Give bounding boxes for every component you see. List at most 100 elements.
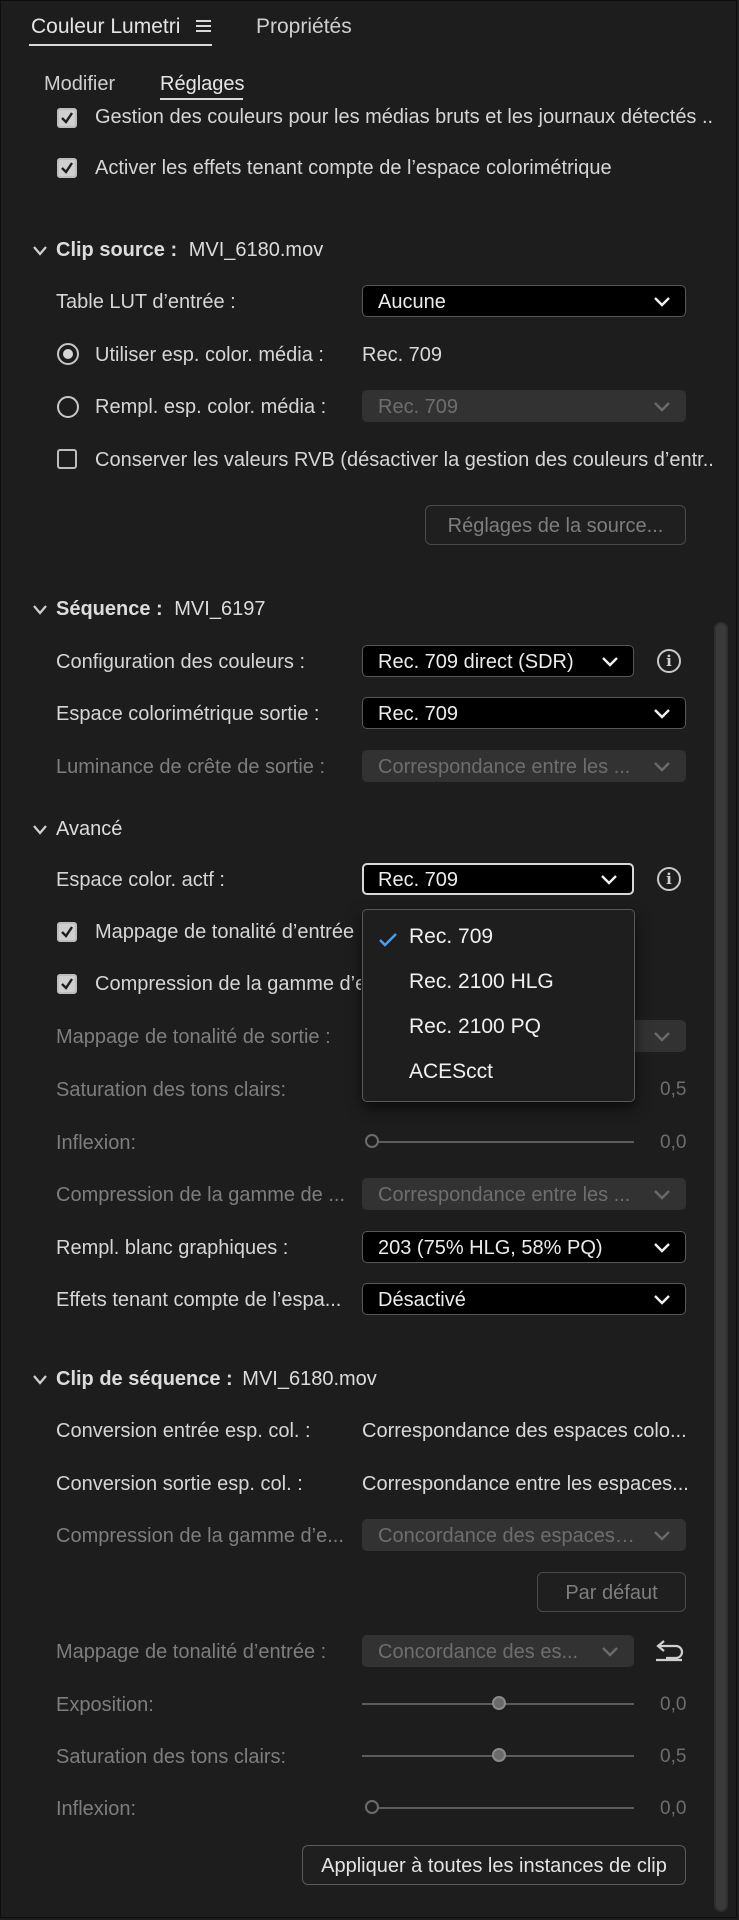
override-media-dropdown: Rec. 709 xyxy=(362,390,686,422)
default-button: Par défaut xyxy=(537,1572,686,1612)
exposure-label: Exposition: xyxy=(56,1694,154,1716)
chevron-down-icon xyxy=(654,709,670,719)
graphics-white-label: Rempl. blanc graphiques : xyxy=(56,1237,289,1259)
chevron-down-icon xyxy=(602,657,618,667)
exposure-value: 0,0 xyxy=(660,1694,687,1715)
chevron-down-icon[interactable] xyxy=(33,244,47,256)
gamut-compression-checkbox[interactable] xyxy=(57,974,77,994)
input-conversion-label: Conversion entrée esp. col. : xyxy=(56,1420,311,1442)
chevron-down-icon xyxy=(654,402,670,412)
output-tone-mapping-label: Mappage de tonalité de sortie : xyxy=(56,1026,331,1048)
subtab-reglages[interactable]: Réglages xyxy=(160,73,245,96)
subtab-modifier[interactable]: Modifier xyxy=(44,73,115,96)
chevron-down-icon xyxy=(654,1295,670,1305)
graphics-white-dropdown[interactable]: 203 (75% HLG, 58% PQ) xyxy=(362,1231,686,1263)
chevron-down-icon[interactable] xyxy=(33,823,47,835)
working-space-dropdown[interactable]: Rec. 709 xyxy=(362,863,634,895)
output-space-label: Espace colorimétrique sortie : xyxy=(56,703,320,725)
sequence-clip-title: Clip de séquence : xyxy=(56,1368,233,1390)
chevron-down-icon xyxy=(654,762,670,772)
seq-input-tone-dropdown: Concordance des es... xyxy=(362,1635,634,1667)
menu-item-label: Rec. 2100 HLG xyxy=(409,970,554,993)
menu-item-acescct[interactable]: ACEScct xyxy=(363,1053,634,1093)
chevron-down-icon[interactable] xyxy=(33,603,47,615)
chevron-down-icon xyxy=(654,1531,670,1541)
hamburger-menu-icon[interactable] xyxy=(196,18,214,34)
section-header-sequence-clip[interactable]: Clip de séquence : MVI_6180.mov xyxy=(56,1368,377,1391)
seq-highlight-sat-value: 0,5 xyxy=(660,1746,687,1767)
seq-gamut-dropdown: Concordance des espaces ... xyxy=(362,1519,686,1551)
default-button-label: Par défaut xyxy=(565,1582,658,1604)
seq-input-tone-value: Concordance des es... xyxy=(378,1641,579,1663)
tab-proprietes[interactable]: Propriétés xyxy=(256,15,352,39)
chevron-down-icon xyxy=(601,875,617,885)
menu-item-rec2100-hlg[interactable]: Rec. 2100 HLG xyxy=(363,963,634,1003)
apply-all-instances-button-label: Appliquer à toutes les instances de clip xyxy=(321,1855,667,1877)
input-conversion-value: Correspondance des espaces colo... xyxy=(362,1420,687,1442)
override-media-label: Rempl. esp. color. média : xyxy=(95,396,327,418)
info-icon[interactable]: i xyxy=(657,649,681,673)
checkmark-icon xyxy=(379,933,397,947)
scrollbar-thumb[interactable] xyxy=(716,624,726,1910)
color-aware-effects-setting-label: Effets tenant compte de l’espa... xyxy=(56,1289,342,1311)
working-space-menu: Rec. 709 Rec. 2100 HLG Rec. 2100 PQ ACES… xyxy=(362,909,635,1102)
graphics-white-value: 203 (75% HLG, 58% PQ) xyxy=(378,1237,603,1259)
menu-item-label: ACEScct xyxy=(409,1060,494,1083)
seq-gamut-label: Compression de la gamme d’e... xyxy=(56,1525,344,1547)
info-icon[interactable]: i xyxy=(657,867,681,891)
seq-highlight-sat-slider-handle xyxy=(492,1748,506,1762)
sequence-name: MVI_6197 xyxy=(174,598,266,620)
preserve-rgb-checkbox[interactable] xyxy=(57,449,77,469)
knee-label: Inflexion: xyxy=(56,1132,137,1154)
color-config-value: Rec. 709 direct (SDR) xyxy=(378,651,574,673)
subtab-underline xyxy=(160,98,243,100)
section-header-sequence[interactable]: Séquence : MVI_6197 xyxy=(56,598,265,621)
output-space-value: Rec. 709 xyxy=(378,703,459,725)
section-header-clip-source[interactable]: Clip source : MVI_6180.mov xyxy=(56,239,323,262)
output-space-dropdown[interactable]: Rec. 709 xyxy=(362,697,686,729)
seq-knee-value: 0,0 xyxy=(660,1798,687,1819)
sequence-title: Séquence : xyxy=(56,598,163,620)
working-space-label: Espace color. actf : xyxy=(56,869,225,891)
clip-source-title: Clip source : xyxy=(56,239,178,261)
gamut-compression-label: Compression de la gamme d’e xyxy=(95,973,361,995)
lut-dropdown[interactable]: Aucune xyxy=(362,285,686,317)
apply-all-instances-button[interactable]: Appliquer à toutes les instances de clip xyxy=(302,1845,686,1885)
reset-icon[interactable] xyxy=(654,1638,684,1662)
override-media-radio[interactable] xyxy=(57,396,79,418)
section-header-advanced[interactable]: Avancé xyxy=(56,818,122,841)
color-config-dropdown[interactable]: Rec. 709 direct (SDR) xyxy=(362,645,634,677)
color-aware-effects-checkbox[interactable] xyxy=(57,158,77,178)
knee-slider-track xyxy=(372,1141,634,1143)
knee-slider-handle xyxy=(365,1134,379,1148)
use-media-radio[interactable] xyxy=(57,343,79,365)
menu-item-rec709[interactable]: Rec. 709 xyxy=(363,918,634,958)
input-tone-mapping-checkbox[interactable] xyxy=(57,922,77,942)
highlight-saturation-value: 0,5 xyxy=(660,1079,687,1100)
seq-highlight-sat-label: Saturation des tons clairs: xyxy=(56,1746,287,1768)
chevron-down-icon xyxy=(654,1032,670,1042)
seq-knee-label: Inflexion: xyxy=(56,1798,137,1820)
color-aware-effects-value: Désactivé xyxy=(378,1289,466,1311)
peak-luminance-dropdown: Correspondance entre les ... xyxy=(362,750,686,782)
exposure-slider-handle xyxy=(492,1696,506,1710)
source-settings-button-label: Réglages de la source... xyxy=(447,515,664,537)
lut-label: Table LUT d’entrée : xyxy=(56,291,236,313)
seq-input-tone-label: Mappage de tonalité d’entrée : xyxy=(56,1641,327,1663)
seq-knee-slider-handle xyxy=(365,1800,379,1814)
media-color-management-checkbox[interactable] xyxy=(57,108,77,128)
sequence-clip-file: MVI_6180.mov xyxy=(242,1368,377,1390)
output-conversion-value: Correspondance entre les espaces... xyxy=(362,1473,689,1495)
media-color-management-label: Gestion des couleurs pour les médias bru… xyxy=(95,106,714,128)
menu-item-rec2100-pq[interactable]: Rec. 2100 PQ xyxy=(363,1008,634,1048)
chevron-down-icon[interactable] xyxy=(33,1373,47,1385)
preserve-rgb-label: Conserver les valeurs RVB (désactiver la… xyxy=(95,449,714,471)
chevron-down-icon xyxy=(602,1647,618,1657)
peak-luminance-value: Correspondance entre les ... xyxy=(378,756,631,778)
menu-item-label: Rec. 709 xyxy=(409,925,494,948)
color-aware-effects-label: Activer les effets tenant compte de l’es… xyxy=(95,157,612,179)
color-aware-effects-dropdown[interactable]: Désactivé xyxy=(362,1283,686,1315)
tab-couleur-lumetri[interactable]: Couleur Lumetri xyxy=(31,15,180,39)
peak-luminance-label: Luminance de crête de sortie : xyxy=(56,756,326,778)
menu-item-label: Rec. 2100 PQ xyxy=(409,1015,541,1038)
